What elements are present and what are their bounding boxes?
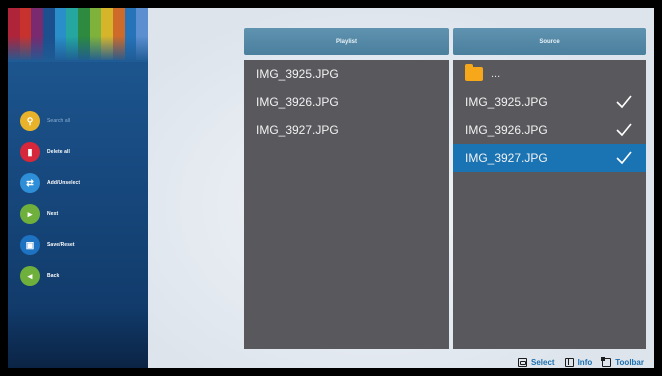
sidebar-item-delete-all[interactable]: ▮ Delete all	[20, 137, 80, 167]
add-icon: ⇄	[20, 173, 40, 193]
save-icon: ▣	[20, 235, 40, 255]
toolbar-hint[interactable]: Toolbar	[601, 357, 644, 367]
sidebar-shadow	[8, 308, 148, 368]
playlist-item-name: IMG_3926.JPG	[256, 95, 339, 109]
select-hint-label: Select	[531, 358, 555, 367]
source-header-label: Source	[539, 38, 560, 45]
playlist-item-name: IMG_3927.JPG	[256, 123, 339, 137]
sidebar-item-next[interactable]: ▸ Next	[20, 199, 80, 229]
checkmark-icon	[616, 123, 632, 137]
sidebar-item-label: Search all	[47, 118, 71, 124]
back-icon: ◂	[20, 266, 40, 286]
parent-folder-label: ...	[491, 68, 501, 80]
toolbar-key-icon	[601, 357, 612, 367]
folder-icon	[465, 64, 483, 81]
source-panel: ... IMG_3925.JPG IMG_3926.JPG IMG_3927.JPG	[453, 60, 646, 349]
info-hint[interactable]: Info	[564, 358, 593, 367]
source-row[interactable]: IMG_3926.JPG	[453, 116, 646, 144]
parent-folder-row[interactable]: ...	[453, 60, 646, 88]
sidebar: ⚲ Search all ▮ Delete all ⇄ Add/Unselect ▸ Next…	[8, 8, 148, 368]
checkmark-icon	[616, 95, 632, 109]
next-icon: ▸	[20, 204, 40, 224]
sidebar-item-back[interactable]: ◂ Back	[20, 261, 80, 291]
playlist-panel: IMG_3925.JPG IMG_3926.JPG IMG_3927.JPG	[244, 60, 449, 349]
toolbar-hint-label: Toolbar	[615, 358, 644, 367]
source-item-name: IMG_3927.JPG	[465, 151, 548, 165]
sidebar-item-label: Delete all	[47, 149, 70, 155]
playlist-row[interactable]: IMG_3927.JPG	[244, 116, 449, 144]
banner-fade	[8, 36, 148, 62]
screen-frame: ⚲ Search all ▮ Delete all ⇄ Add/Unselect ▸ Next…	[8, 8, 654, 368]
sidebar-item-search-all[interactable]: ⚲ Search all	[20, 106, 80, 136]
sidebar-item-save-reset[interactable]: ▣ Save/Reset	[20, 230, 80, 260]
sidebar-item-label: Add/Unselect	[47, 180, 81, 186]
info-key-icon	[564, 358, 574, 367]
playlist-header-label: Playlist	[335, 38, 357, 45]
info-hint-label: Info	[577, 358, 593, 367]
delete-icon: ▮	[20, 142, 40, 162]
search-icon: ⚲	[20, 111, 40, 131]
ok-key-icon	[518, 358, 527, 367]
sidebar-item-add-unselect[interactable]: ⇄ Add/Unselect	[20, 168, 80, 198]
playlist-row[interactable]: IMG_3925.JPG	[244, 60, 449, 88]
source-header[interactable]: Source	[453, 28, 646, 55]
source-item-name: IMG_3925.JPG	[465, 95, 548, 109]
source-row[interactable]: IMG_3927.JPG	[453, 144, 646, 172]
sidebar-item-label: Back	[47, 273, 60, 279]
playlist-item-name: IMG_3925.JPG	[256, 67, 339, 81]
playlist-row[interactable]: IMG_3926.JPG	[244, 88, 449, 116]
source-row[interactable]: IMG_3925.JPG	[453, 88, 646, 116]
sidebar-item-label: Next	[47, 211, 59, 217]
sidebar-menu: ⚲ Search all ▮ Delete all ⇄ Add/Unselect ▸ Next…	[20, 106, 80, 292]
source-item-name: IMG_3926.JPG	[465, 123, 548, 137]
select-hint[interactable]: Select	[518, 358, 555, 367]
footer-hints: Select Info Toolbar	[508, 357, 644, 367]
sidebar-item-label: Save/Reset	[47, 242, 75, 248]
checkmark-icon	[616, 151, 632, 165]
playlist-header[interactable]: Playlist	[244, 28, 449, 55]
